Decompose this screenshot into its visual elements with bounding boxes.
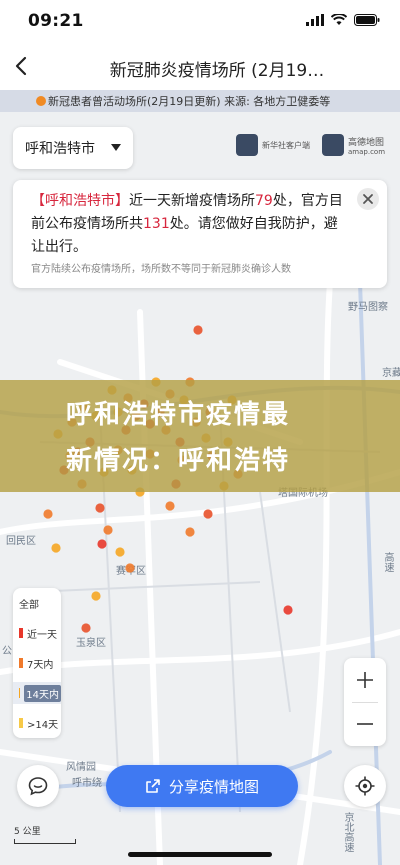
time-filter-legend: 全部 近一天 7天内 14天内 >14天 <box>13 588 61 738</box>
epidemic-location-dot[interactable] <box>185 527 195 537</box>
close-button[interactable] <box>357 188 379 210</box>
status-bar: 09:21 <box>0 0 400 44</box>
city-selector[interactable]: 呼和浩特市 <box>13 127 133 169</box>
epidemic-location-dot[interactable] <box>125 563 135 573</box>
legend-label-1day: 近一天 <box>27 629 57 641</box>
info-card: 【呼和浩特市】近一天新增疫情场所79处，官方目前公布疫情场所共131处。请您做好… <box>13 180 387 288</box>
epidemic-location-dot[interactable] <box>81 623 91 633</box>
wifi-icon <box>331 14 347 25</box>
legend-item-all[interactable]: 全部 <box>13 592 61 614</box>
status-icons <box>306 14 380 26</box>
epidemic-location-dot[interactable] <box>115 547 125 557</box>
caret-down-icon <box>111 144 121 151</box>
zoom-controls <box>344 658 386 746</box>
update-banner: 新冠患者曾活动场所(2月19日更新) 来源: 各地方卫健委等 <box>0 90 400 112</box>
info-total-count: 131 <box>143 216 170 232</box>
legend-item-7days[interactable]: 7天内 <box>13 652 61 674</box>
legend-swatch-over14 <box>19 718 23 728</box>
banner-text: 新冠患者曾活动场所(2月19日更新) 来源: 各地方卫健委等 <box>48 95 331 108</box>
xinhua-logo-icon <box>236 134 258 156</box>
zoom-out-button[interactable] <box>344 702 386 746</box>
battery-icon <box>354 14 380 26</box>
back-icon[interactable] <box>10 54 34 78</box>
legend-label-7days: 7天内 <box>27 659 54 671</box>
banner-dot-icon <box>36 96 46 106</box>
epidemic-location-dot[interactable] <box>51 543 61 553</box>
legend-swatch-1day <box>19 628 23 638</box>
amap-logo-name: 高德地图 <box>348 137 385 148</box>
info-message: 【呼和浩特市】近一天新增疫情场所79处，官方目前公布疫情场所共131处。请您做好… <box>31 190 347 259</box>
share-icon <box>146 779 160 793</box>
home-indicator <box>128 852 272 857</box>
page-title: 新冠肺炎疫情场所 (2月19… <box>109 61 325 81</box>
legend-swatch-14days <box>19 688 21 698</box>
amap-logo: 高德地图 amap.com <box>322 134 385 156</box>
info-part1: 近一天新增疫情场所 <box>129 193 255 209</box>
legend-item-1day[interactable]: 近一天 <box>13 622 61 644</box>
amap-logo-url: amap.com <box>348 147 386 156</box>
city-selector-value: 呼和浩特市 <box>25 141 95 157</box>
zoom-in-button[interactable] <box>344 658 386 702</box>
share-map-button[interactable]: 分享疫情地图 <box>106 765 298 807</box>
feedback-button[interactable] <box>17 765 59 807</box>
minus-icon <box>357 723 373 725</box>
chat-icon <box>28 777 48 796</box>
legend-label-over14: >14天 <box>27 719 59 731</box>
epidemic-location-dot[interactable] <box>283 605 293 615</box>
epidemic-location-dot[interactable] <box>91 591 101 601</box>
locate-icon <box>355 776 375 796</box>
epidemic-location-dot[interactable] <box>203 509 213 519</box>
share-map-label: 分享疫情地图 <box>168 777 259 796</box>
plus-icon <box>357 672 373 688</box>
locate-button[interactable] <box>344 765 386 807</box>
epidemic-location-dot[interactable] <box>165 501 175 511</box>
close-icon <box>363 194 373 204</box>
map-scale-label: 5 公里 <box>14 827 41 837</box>
epidemic-location-dot[interactable] <box>193 325 203 335</box>
legend-item-over14[interactable]: >14天 <box>13 712 61 734</box>
info-city: 【呼和浩特市】 <box>31 193 129 209</box>
signal-icon <box>306 14 324 26</box>
headline-line-2: 新情况：呼和浩特 <box>66 446 291 476</box>
amap-logo-icon <box>322 134 344 156</box>
map-scale-bar <box>14 839 76 844</box>
legend-label-14days: 14天内 <box>24 684 61 702</box>
epidemic-location-dot[interactable] <box>43 509 53 519</box>
xinhua-logo-label: 新华社客户端 <box>262 140 310 150</box>
headline-overlay: 呼和浩特市疫情最 新情况：呼和浩特 <box>0 380 400 492</box>
legend-label-all: 全部 <box>19 599 39 611</box>
status-time: 09:21 <box>28 11 84 31</box>
legend-swatch-7days <box>19 658 23 668</box>
epidemic-location-dot[interactable] <box>97 539 107 549</box>
epidemic-location-dot[interactable] <box>95 503 105 513</box>
partner-logos: 新华社客户端 高德地图 amap.com <box>236 134 385 156</box>
info-note: 官方陆续公布疫情场所，场所数不等同于新冠肺炎确诊人数 <box>31 264 291 275</box>
map-scale: 5 公里 <box>14 824 76 844</box>
info-new-count: 79 <box>255 193 273 209</box>
nav-bar: 新冠肺炎疫情场所 (2月19… <box>0 44 400 91</box>
xinhua-logo: 新华社客户端 <box>236 134 310 156</box>
headline-line-1: 呼和浩特市疫情最 <box>66 400 291 430</box>
epidemic-location-dot[interactable] <box>103 525 113 535</box>
legend-item-14days[interactable]: 14天内 <box>13 682 61 704</box>
